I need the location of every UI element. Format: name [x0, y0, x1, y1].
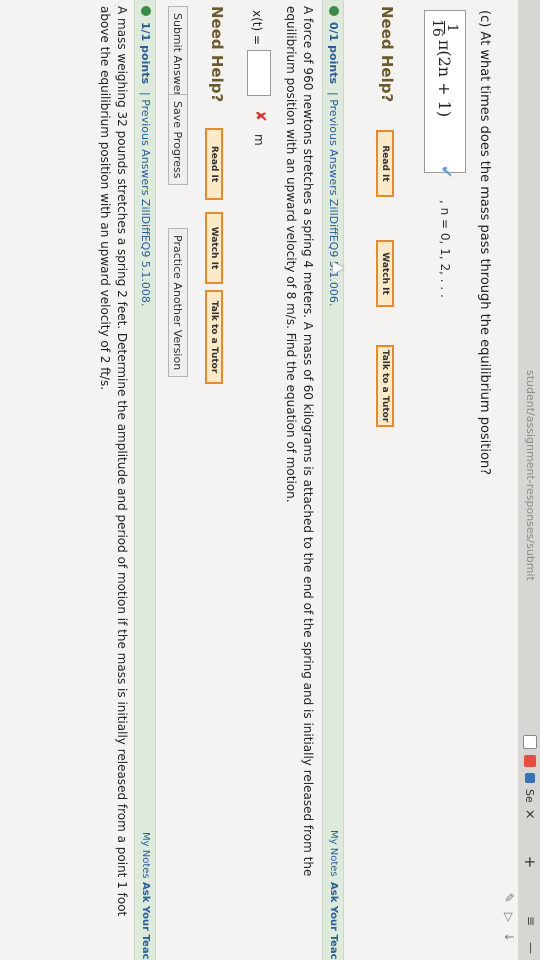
previous-answers-link[interactable]: | Previous Answers ZillDiffEQ9 5.1.008.	[139, 92, 152, 306]
tab-label[interactable]: Se	[524, 789, 537, 803]
question-status-icon	[329, 6, 339, 16]
talk-to-tutor-button[interactable]: Talk to a Tutor	[376, 345, 394, 427]
unit-label: m	[252, 134, 266, 146]
browser-toolbar: student/assignment-responses/submit Se ×…	[518, 0, 540, 960]
problem-line: above the equilibrium position with an u…	[98, 6, 112, 391]
address-bar[interactable]: student/assignment-responses/submit	[524, 370, 537, 581]
my-notes-button[interactable]: My Notes	[328, 830, 339, 877]
fraction: 1 16	[429, 19, 461, 37]
read-it-button[interactable]: Read It	[376, 130, 394, 197]
need-help-label: Need Help?	[378, 6, 396, 103]
part-c-question: (c) At what times does the mass pass thr…	[477, 10, 492, 476]
mouse-cursor-icon	[333, 262, 344, 274]
part-c-answer-box: 1 16 π(2n + 1)	[424, 10, 466, 173]
problem-line: equilibrium position with an upward velo…	[284, 6, 298, 503]
my-notes-button[interactable]: My Notes	[140, 832, 151, 879]
problem-text: A force of 960 newtons stretches a sprin…	[282, 6, 316, 951]
question-status-icon	[141, 6, 151, 16]
g-icon[interactable]	[524, 755, 536, 767]
answer-expression: π(2n + 1)	[435, 39, 455, 118]
question-header: 0/1 points | Previous Answers ZillDiffEQ…	[322, 0, 344, 960]
new-tab-button[interactable]: +	[521, 856, 539, 869]
problem-line: A mass weighing 32 pounds stretches a sp…	[115, 6, 129, 917]
tab-favicon-icon	[525, 773, 535, 783]
points-label: 0/1 points	[327, 22, 340, 84]
minimize-button[interactable]: —	[524, 942, 538, 954]
n-values-text: , n = 0, 1, 2, . . .	[438, 200, 452, 298]
answer-label: x(t) =	[250, 10, 264, 46]
ask-teacher-button[interactable]: Ask Your Teacher	[140, 882, 151, 960]
practice-another-version-button[interactable]: Practice Another Version	[168, 228, 188, 378]
answer-input[interactable]	[247, 50, 271, 96]
points-label: 1/1 points	[139, 22, 152, 84]
submit-answer-button[interactable]: Submit Answer	[168, 6, 188, 104]
grid-icon[interactable]	[523, 735, 537, 749]
pocket-icon[interactable]: ▷	[502, 913, 516, 922]
close-tab-button[interactable]: ×	[523, 809, 538, 820]
incorrect-x-icon: ✘	[252, 110, 268, 122]
download-icon[interactable]: ↓	[502, 932, 516, 942]
need-help-label: Need Help?	[208, 6, 226, 103]
assignment-page: (c) At what times does the mass pass thr…	[4, 0, 504, 960]
rotated-photo: student/assignment-responses/submit Se ×…	[0, 0, 540, 960]
watch-it-button[interactable]: Watch It	[205, 212, 223, 284]
watch-it-button[interactable]: Watch It	[376, 240, 394, 307]
read-it-button[interactable]: Read It	[205, 128, 223, 200]
correct-check-icon: ✔	[437, 165, 456, 179]
previous-answers-link[interactable]: | Previous Answers ZillDiffEQ9 5.1.006.	[327, 92, 340, 306]
menu-icon[interactable]: ≡	[524, 916, 538, 926]
ask-teacher-button[interactable]: Ask Your Teacher	[328, 882, 339, 960]
save-progress-button[interactable]: Save Progress	[168, 94, 188, 186]
tab-strip: Se × +	[521, 735, 539, 868]
fraction-numerator: 1	[444, 21, 461, 35]
question-header: 1/1 points | Previous Answers ZillDiffEQ…	[134, 0, 156, 960]
fraction-denominator: 16	[429, 19, 446, 37]
problem-line: A force of 960 newtons stretches a sprin…	[301, 6, 315, 877]
toolbar-icons: ✎ ▷ ↓	[502, 893, 516, 942]
window-controls: ≡ —	[524, 916, 538, 954]
problem-text: A mass weighing 32 pounds stretches a sp…	[96, 6, 130, 951]
reader-icon[interactable]: ✎	[502, 893, 516, 903]
talk-to-tutor-button[interactable]: Talk to a Tutor	[205, 290, 223, 384]
